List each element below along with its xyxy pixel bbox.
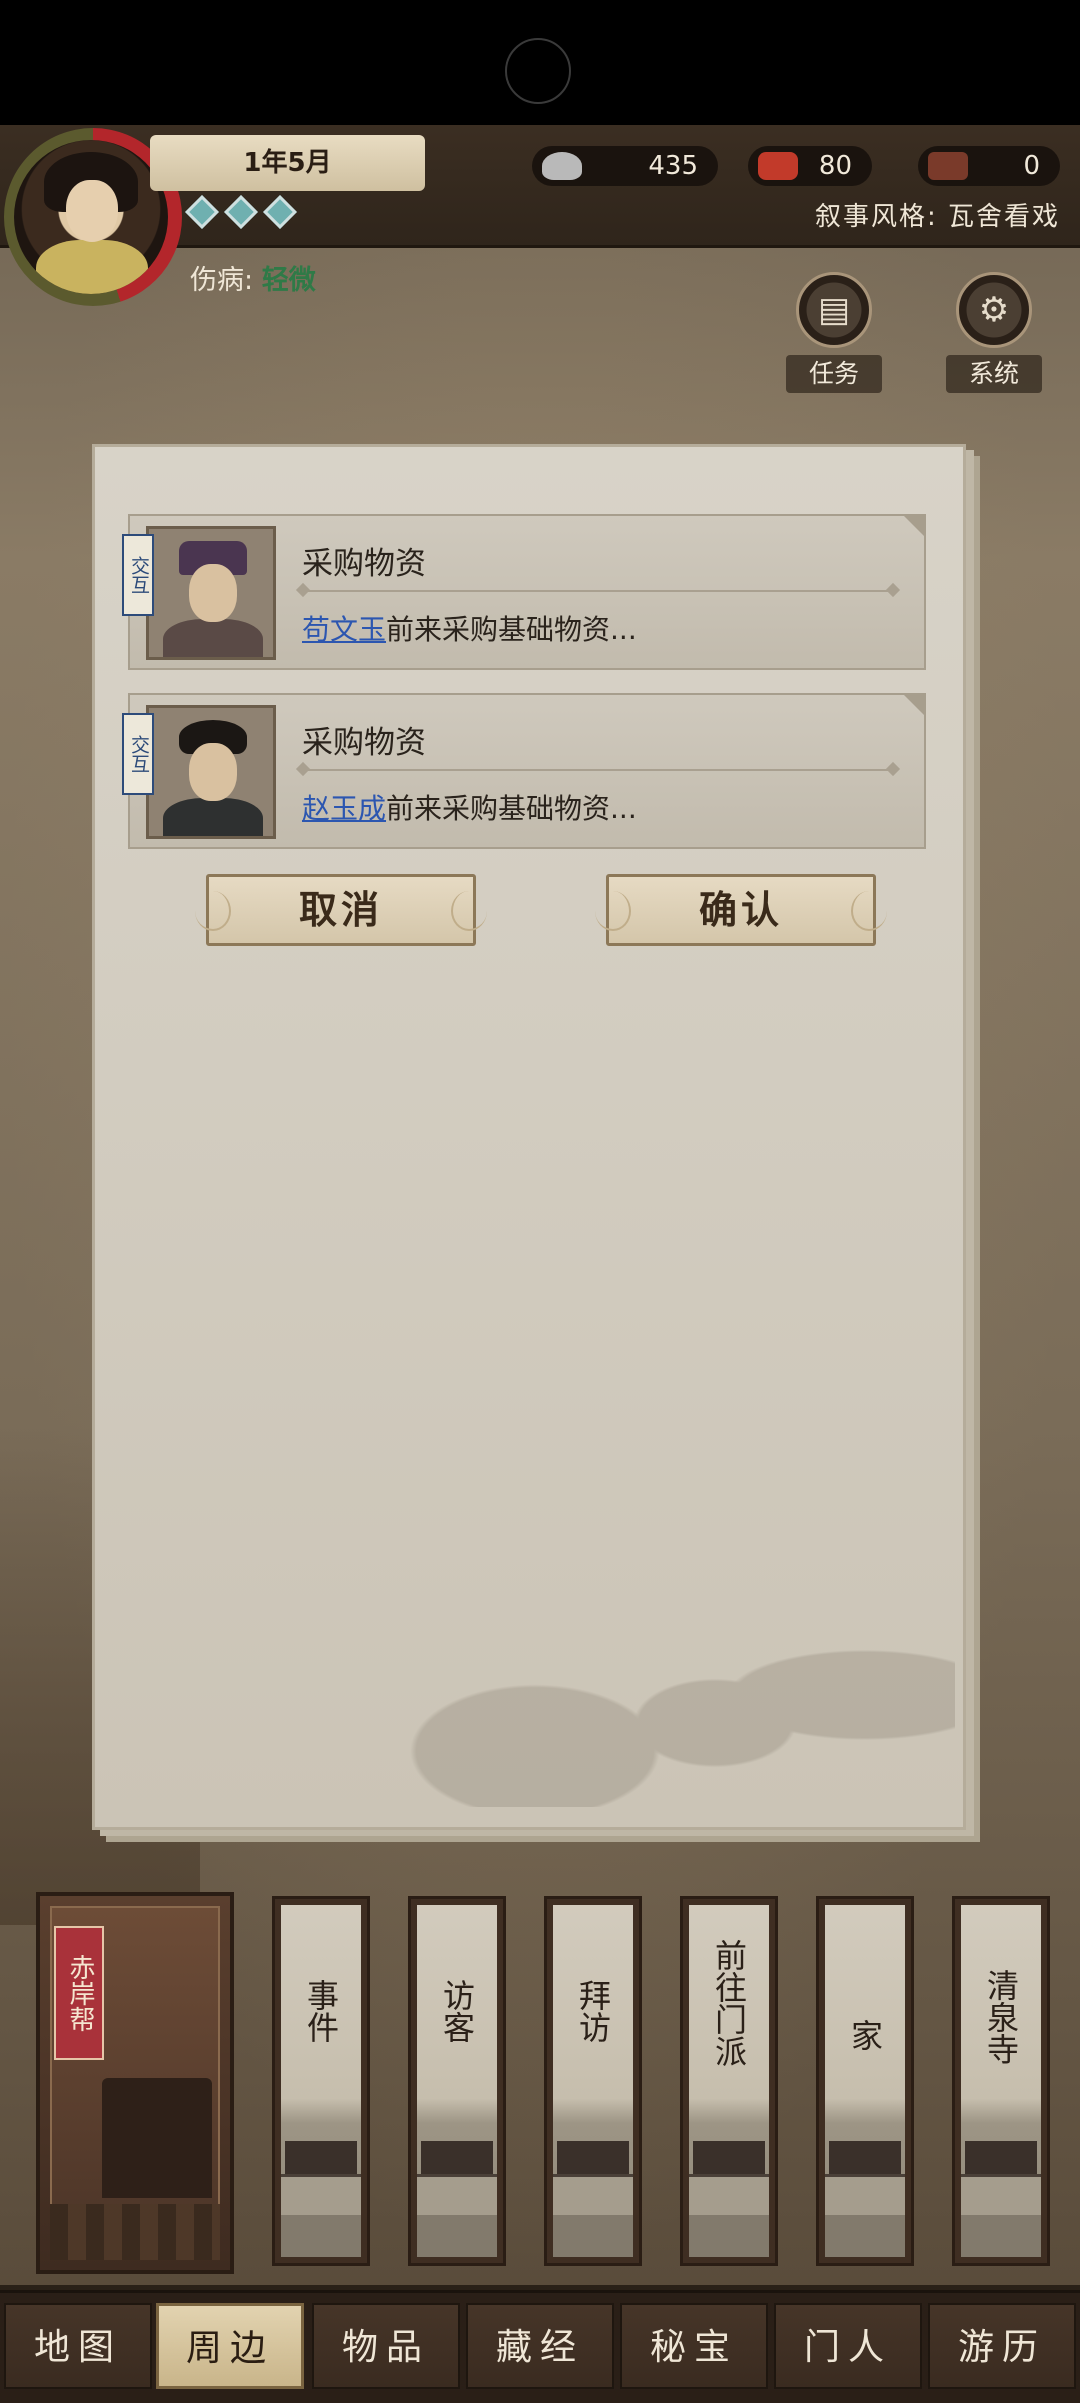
road-icon	[553, 2215, 633, 2257]
bottom-nav: 地图 周边 物品 藏经 秘宝 门人 游历	[0, 2290, 1080, 2403]
npc-name-link[interactable]: 苟文玉	[302, 613, 386, 646]
location-item-visit[interactable]: 拜访	[544, 1896, 642, 2266]
tab-scriptures[interactable]: 藏经	[466, 2303, 614, 2389]
road-icon	[689, 2215, 769, 2257]
location-label: 事件	[302, 1979, 340, 2043]
narrative-value: 瓦舍看戏	[947, 202, 1060, 232]
location-name-plate: 赤岸帮	[54, 1926, 104, 2060]
wall-icon	[689, 2174, 769, 2215]
tab-disciples[interactable]: 门人	[774, 2303, 922, 2389]
diamond-icon	[185, 195, 219, 229]
system-label[interactable]: 系统	[946, 355, 1042, 393]
wall-icon	[553, 2174, 633, 2215]
location-label: 拜访	[574, 1979, 612, 2043]
interaction-tag: 交互	[122, 713, 154, 795]
event-desc-text: 前来采购基础物资...	[386, 792, 637, 825]
npc-name-link[interactable]: 赵玉成	[302, 792, 386, 825]
scroll-icon: ▤	[817, 290, 851, 330]
token-counter[interactable]: 0	[918, 146, 1060, 186]
portrait-body	[163, 798, 263, 836]
roof-icon	[557, 2141, 629, 2177]
silver-value: 435	[648, 151, 698, 181]
avatar-robe	[36, 240, 148, 294]
page-fold	[902, 693, 926, 717]
page-fold	[902, 514, 926, 538]
tab-map[interactable]: 地图	[4, 2303, 152, 2389]
silver-ingot-icon	[542, 152, 582, 180]
gate-icon	[102, 2078, 212, 2198]
portrait-face	[189, 564, 237, 622]
confirm-button[interactable]: 确认	[595, 874, 887, 946]
location-label: 前往门派	[710, 1939, 748, 2067]
ground-tiles	[50, 2204, 220, 2260]
tasks-label[interactable]: 任务	[786, 355, 882, 393]
event-desc-text: 前来采购基础物资...	[386, 613, 637, 646]
location-label: 家	[846, 2019, 884, 2051]
injury-status: 伤病: 轻微	[190, 258, 316, 297]
tab-items[interactable]: 物品	[312, 2303, 460, 2389]
tab-travel[interactable]: 游历	[928, 2303, 1076, 2389]
diamond-icon	[263, 195, 297, 229]
npc-portrait[interactable]	[146, 705, 276, 839]
divider	[302, 590, 894, 592]
event-title: 采购物资	[302, 546, 426, 582]
road-icon	[825, 2215, 905, 2257]
roof-icon	[421, 2141, 493, 2177]
event-description: 赵玉成前来采购基础物资...	[302, 787, 637, 827]
narrative-label: 叙事风格:	[814, 202, 938, 232]
tab-treasures[interactable]: 秘宝	[620, 2303, 768, 2389]
roof-icon	[965, 2141, 1037, 2177]
road-icon	[961, 2215, 1041, 2257]
wall-icon	[961, 2174, 1041, 2215]
system-button[interactable]: ⚙	[956, 272, 1032, 348]
event-description: 苟文玉前来采购基础物资...	[302, 608, 637, 648]
roof-icon	[693, 2141, 765, 2177]
location-item-temple[interactable]: 清泉寺	[952, 1896, 1050, 2266]
location-item-home[interactable]: 家	[816, 1896, 914, 2266]
silver-counter[interactable]: 435	[532, 146, 718, 186]
roof-icon	[285, 2141, 357, 2177]
tasks-button[interactable]: ▤	[796, 272, 872, 348]
flag-icon	[758, 152, 798, 180]
event-title: 采购物资	[302, 725, 426, 761]
portrait-body	[163, 619, 263, 657]
avatar-face	[66, 180, 118, 242]
portrait-face	[189, 743, 237, 801]
flag-value: 80	[818, 151, 852, 181]
injury-value: 轻微	[261, 265, 316, 296]
injury-label: 伤病:	[190, 265, 254, 296]
interaction-tag: 交互	[122, 534, 154, 616]
dialog-landscape-art	[355, 1527, 955, 1807]
avatar-portrait[interactable]	[14, 140, 168, 294]
wall-icon	[281, 2174, 361, 2215]
event-card[interactable]: 交互 采购物资 赵玉成前来采购基础物资...	[122, 693, 926, 849]
event-card[interactable]: 交互 采购物资 苟文玉前来采购基础物资...	[122, 514, 926, 670]
location-item-visitors[interactable]: 访客	[408, 1896, 506, 2266]
date-display: 1年5月	[150, 135, 425, 191]
flag-counter[interactable]: 80	[748, 146, 872, 186]
cancel-button[interactable]: 取消	[195, 874, 487, 946]
npc-portrait[interactable]	[146, 526, 276, 660]
location-item-events[interactable]: 事件	[272, 1896, 370, 2266]
narrative-style[interactable]: 叙事风格: 瓦舍看戏	[815, 196, 1060, 233]
location-label: 清泉寺	[982, 1969, 1020, 2065]
status-diamonds	[185, 195, 307, 229]
gear-icon: ⚙	[978, 290, 1010, 330]
tab-surroundings[interactable]: 周边	[156, 2303, 304, 2389]
wall-icon	[825, 2174, 905, 2215]
camera-cutout	[505, 38, 571, 104]
current-location-card[interactable]: 赤岸帮	[36, 1892, 234, 2274]
divider	[302, 769, 894, 771]
roof-icon	[829, 2141, 901, 2177]
road-icon	[281, 2215, 361, 2257]
token-value: 0	[1023, 151, 1040, 181]
status-bar	[0, 0, 1080, 125]
location-item-sect[interactable]: 前往门派	[680, 1896, 778, 2266]
diamond-icon	[224, 195, 258, 229]
road-icon	[417, 2215, 497, 2257]
token-icon	[928, 152, 968, 180]
location-label: 访客	[438, 1979, 476, 2043]
wall-icon	[417, 2174, 497, 2215]
